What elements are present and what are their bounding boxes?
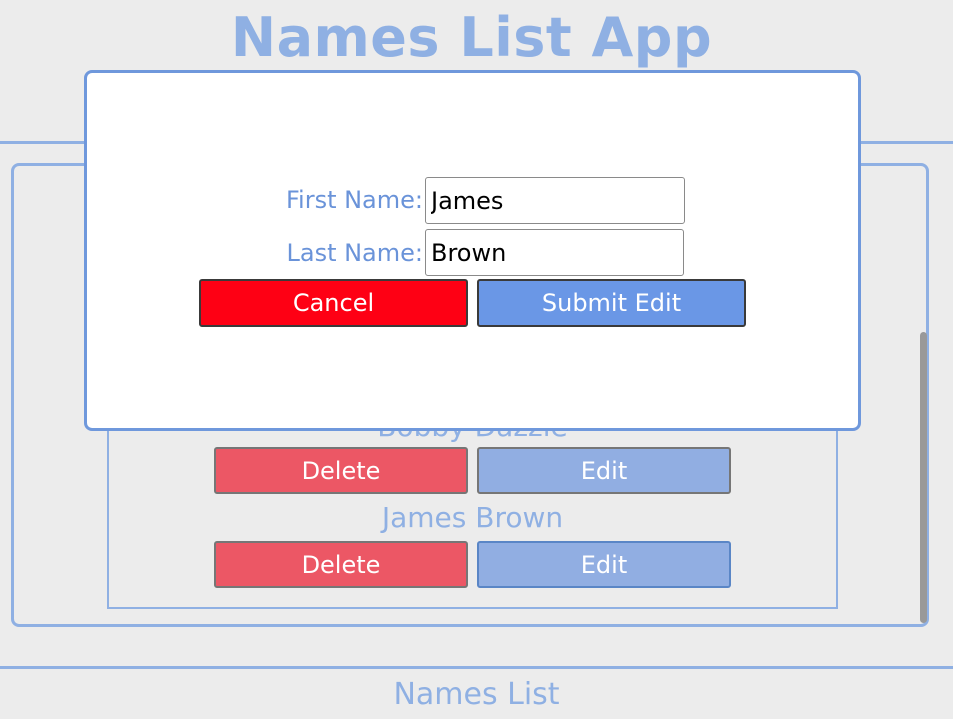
edit-button[interactable]: Edit [477, 541, 731, 588]
cancel-button[interactable]: Cancel [199, 279, 468, 327]
app-title: Names List App [230, 6, 713, 69]
footer-divider [0, 666, 953, 669]
first-name-field[interactable] [425, 177, 685, 224]
first-name-label: First Name: [285, 186, 423, 214]
footer-title: Names List [393, 677, 560, 712]
delete-button[interactable]: Delete [214, 447, 468, 494]
edit-button[interactable]: Edit [477, 447, 731, 494]
list-scrollbar[interactable] [920, 332, 927, 623]
submit-edit-button[interactable]: Submit Edit [477, 279, 746, 327]
delete-button[interactable]: Delete [214, 541, 468, 588]
last-name-label: Last Name: [286, 239, 423, 267]
last-name-field[interactable] [425, 229, 684, 276]
list-item-name: James Brown [381, 501, 564, 534]
